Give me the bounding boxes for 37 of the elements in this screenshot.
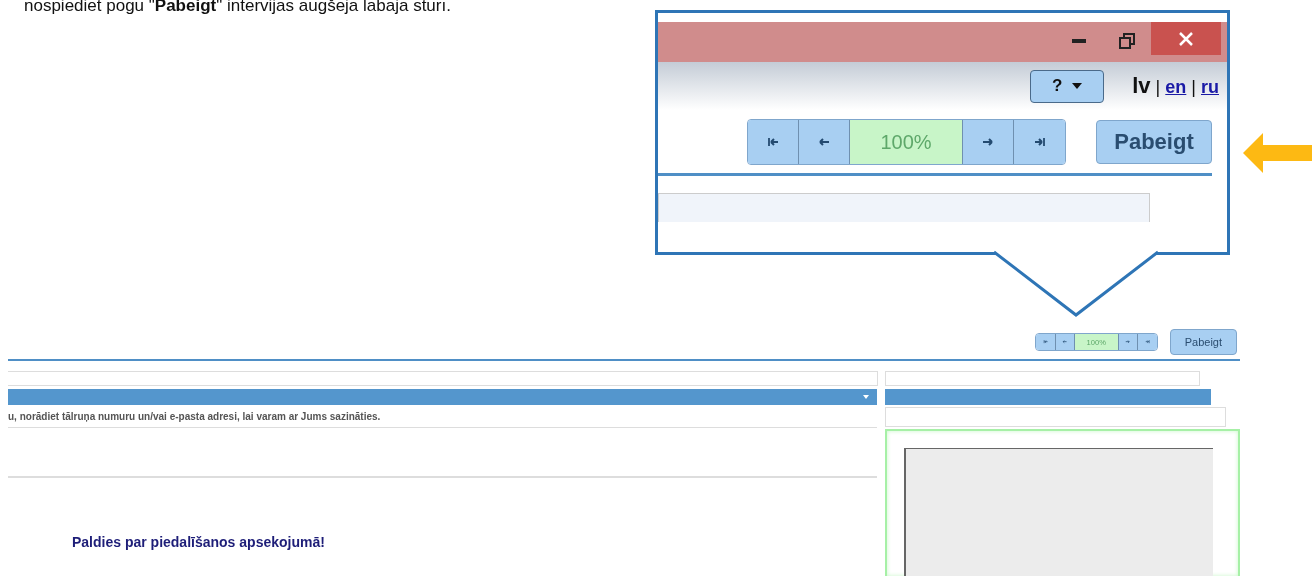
language-link[interactable]: ru: [1201, 77, 1219, 98]
restore-icon: [1119, 33, 1135, 49]
first-page-button[interactable]: [748, 120, 799, 164]
close-icon: [1179, 31, 1193, 46]
help-button[interactable]: ?: [1030, 69, 1105, 103]
progress-label: 100%: [880, 130, 932, 154]
thanks-message: Paldies par piedalīšanos apsekojumā!: [72, 534, 326, 550]
previous-page-button[interactable]: [1055, 333, 1076, 351]
skip-right-arrow-icon: [1032, 135, 1047, 149]
left-arrow-icon: [1243, 133, 1312, 173]
language-link[interactable]: en: [1165, 77, 1187, 98]
first-page-button[interactable]: [1036, 333, 1056, 351]
input-field[interactable]: [885, 407, 1226, 427]
next-page-button[interactable]: [963, 120, 1014, 164]
language-separator: |: [1191, 77, 1196, 98]
skip-left-arrow-icon: [766, 135, 780, 149]
language-separator: |: [1155, 77, 1161, 98]
left-arrow-icon: [1062, 339, 1068, 345]
input-field[interactable]: [8, 371, 878, 386]
last-page-button[interactable]: [1014, 120, 1065, 164]
language-link[interactable]: lv: [1132, 73, 1151, 99]
comment-field[interactable]: [904, 448, 1213, 576]
right-arrow-icon: [1125, 339, 1131, 345]
skip-left-arrow-icon: [1042, 339, 1049, 345]
finish-button[interactable]: Pabeigt: [1169, 329, 1237, 355]
input-field[interactable]: [885, 371, 1200, 386]
caret-icon: [1072, 83, 1083, 89]
previous-page-button[interactable]: [799, 120, 850, 164]
finish-button[interactable]: Pabeigt: [1096, 120, 1212, 164]
minimize-icon: [1072, 39, 1086, 43]
close-button[interactable]: [1151, 22, 1221, 55]
input-field[interactable]: [658, 193, 1150, 222]
question-text: u, norādiet tālruņa numuru un/vai e-pasta adresi, lai varam ar Jums sazināties.: [8, 410, 381, 422]
last-page-button[interactable]: [1137, 333, 1158, 351]
next-page-button[interactable]: [1118, 333, 1138, 351]
skip-right-arrow-icon: [1145, 339, 1151, 345]
caret-icon: [863, 395, 869, 399]
